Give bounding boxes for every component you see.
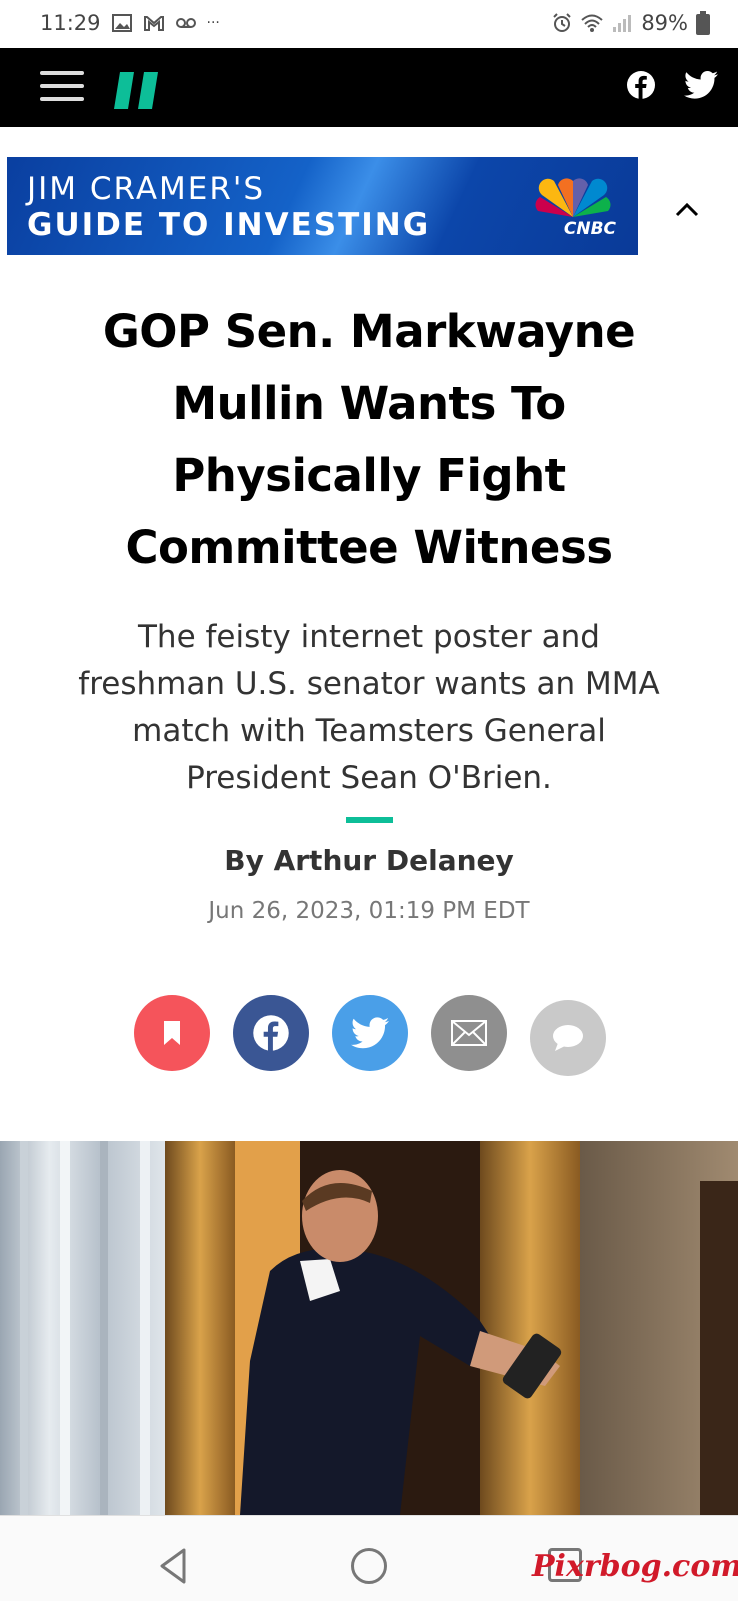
huffpost-logo[interactable]: [114, 72, 158, 109]
bookmark-icon: [164, 1021, 180, 1045]
comment-icon: [553, 1025, 583, 1051]
status-more: ···: [206, 15, 220, 31]
headline-line: Committee Witness: [125, 521, 613, 574]
wifi-icon: [581, 14, 603, 32]
facebook-icon[interactable]: [626, 70, 656, 100]
article-headline: GOP Sen. Markwayne Mullin Wants To Physi…: [60, 296, 678, 584]
nbc-peacock-icon: [535, 178, 611, 217]
article-subheadline: The feisty internet poster and freshman …: [60, 614, 678, 802]
status-time: 11:29: [40, 11, 101, 35]
mail-icon: [451, 1020, 487, 1046]
ad-banner[interactable]: JIM CRAMER'S GUIDE TO INVESTING CNBC: [7, 157, 638, 255]
facebook-icon: [253, 1015, 289, 1052]
email-share-button[interactable]: [431, 995, 507, 1071]
status-right: 89%: [551, 11, 710, 35]
watermark: Pixrbog.com: [532, 1549, 738, 1584]
gallery-notification-icon: [111, 14, 132, 32]
headline-line: Physically Fight: [172, 449, 566, 502]
bookmark-button[interactable]: [134, 995, 210, 1071]
home-icon[interactable]: [351, 1548, 387, 1584]
voicemail-notification-icon: [175, 18, 196, 28]
article-photo: [0, 1141, 738, 1515]
facebook-share-button[interactable]: [233, 995, 309, 1071]
ad-line-2: GUIDE TO INVESTING: [27, 207, 431, 243]
site-header: [0, 48, 738, 127]
subhead-line: freshman U.S. senator wants an MMA: [78, 666, 660, 702]
ad-line-1: JIM CRAMER'S: [27, 171, 266, 207]
twitter-share-button[interactable]: [332, 995, 408, 1071]
alarm-icon: [553, 13, 572, 32]
author-byline[interactable]: By Arthur Delaney: [0, 844, 738, 877]
status-bar: 11:29 ··· 89%: [0, 0, 738, 48]
battery-percent: 89%: [641, 11, 688, 35]
headline-line: GOP Sen. Markwayne: [102, 305, 636, 358]
twitter-icon: [351, 1017, 389, 1049]
ad-brand-label: CNBC: [563, 219, 616, 239]
subhead-line: match with Teamsters General: [132, 713, 606, 749]
status-left: 11:29 ···: [40, 11, 220, 35]
signal-icon: [613, 15, 632, 32]
menu-icon[interactable]: [40, 71, 84, 103]
battery-icon: [696, 11, 710, 35]
accent-divider: [346, 817, 393, 823]
gmail-notification-icon: [143, 16, 164, 31]
subhead-line: The feisty internet poster and: [138, 619, 600, 655]
headline-line: Mullin Wants To: [172, 377, 566, 430]
back-icon[interactable]: [156, 1546, 190, 1586]
chevron-up-icon[interactable]: [672, 195, 702, 225]
twitter-icon[interactable]: [684, 70, 718, 100]
publish-date: Jun 26, 2023, 01:19 PM EDT: [208, 898, 530, 924]
comment-button[interactable]: [530, 1000, 606, 1076]
subhead-line: President Sean O'Brien.: [186, 760, 552, 796]
